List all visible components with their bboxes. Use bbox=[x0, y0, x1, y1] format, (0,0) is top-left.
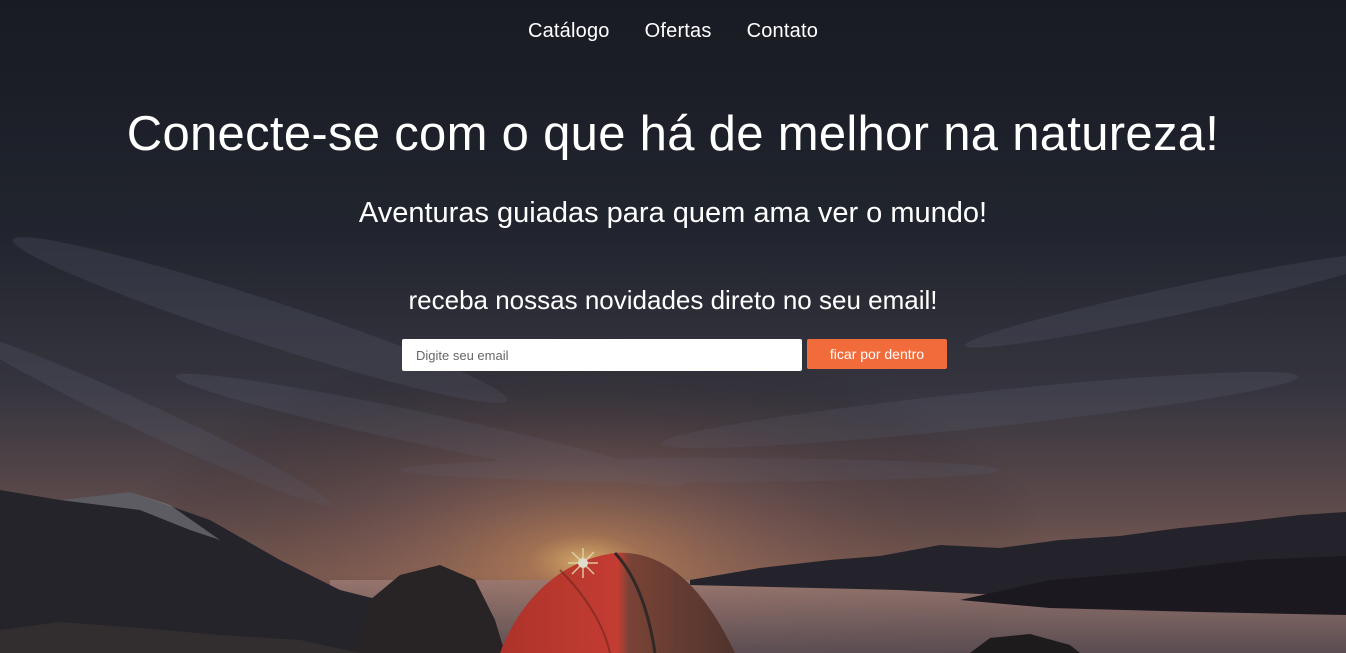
newsletter-prompt: receba nossas novidades direto no seu em… bbox=[408, 285, 938, 315]
hero-subheadline: Aventuras guiadas para quem ama ver o mu… bbox=[358, 197, 988, 229]
email-input[interactable] bbox=[402, 339, 802, 371]
hero-headline: Conecte-se com o que há de melhor na nat… bbox=[126, 107, 1220, 161]
hero-section: Catálogo Ofertas Contato Conecte-se com … bbox=[0, 0, 1346, 653]
nav-item-contato[interactable]: Contato bbox=[747, 20, 818, 43]
nav-item-catalogo[interactable]: Catálogo bbox=[528, 20, 610, 43]
top-navigation: Catálogo Ofertas Contato bbox=[0, 20, 1346, 43]
subscribe-button[interactable]: ficar por dentro bbox=[807, 339, 947, 369]
nav-item-ofertas[interactable]: Ofertas bbox=[645, 20, 712, 43]
hero-content: Catálogo Ofertas Contato Conecte-se com … bbox=[0, 0, 1346, 653]
